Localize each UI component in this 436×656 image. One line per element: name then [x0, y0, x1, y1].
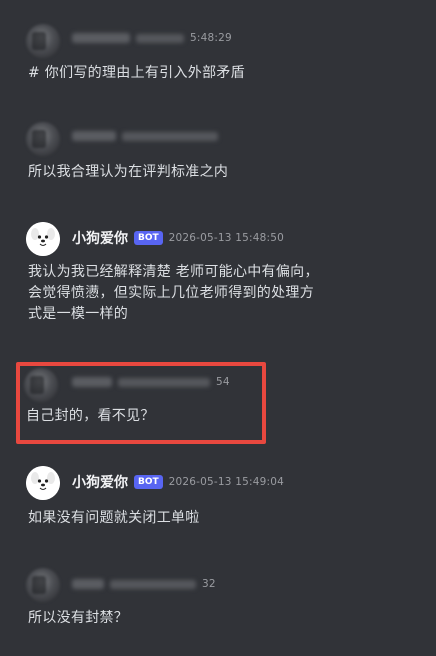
puppy-icon: [26, 222, 60, 256]
user-avatar-blurred[interactable]: [26, 122, 60, 156]
author-name[interactable]: 小狗爱你: [72, 472, 128, 492]
message-text: 所以我合理认为在评判标准之内: [28, 164, 229, 180]
message-line: 我认为我已经解释清楚 老师可能心中有偏向，: [28, 264, 319, 280]
highlight-box: [16, 362, 266, 444]
message-header: 小狗爱你 BOT 2026-05-13 15:49:04: [72, 472, 284, 492]
message-header: 小狗爱你 BOT 2026-05-13 15:48:50: [72, 228, 284, 248]
message-text: 如果没有问题就关闭工单啦: [28, 510, 200, 526]
message-header: 5:48:29: [72, 28, 232, 48]
timestamp-suffix: 32: [202, 578, 216, 590]
timestamp: 2026-05-13 15:48:50: [168, 232, 284, 244]
message-line: 式是一模一样的: [28, 306, 129, 322]
bot-badge: BOT: [134, 475, 163, 489]
message-text: # 你们写的理由上有引入外部矛盾: [28, 65, 245, 81]
bot-avatar[interactable]: [26, 222, 60, 256]
author-name[interactable]: 小狗爱你: [72, 228, 128, 248]
timestamp-blurred: [136, 33, 184, 43]
timestamp-blurred: [110, 579, 196, 589]
bot-badge: BOT: [134, 231, 163, 245]
message-text: 所以没有封禁？: [28, 610, 129, 626]
author-name-blurred[interactable]: [72, 131, 116, 141]
author-name-blurred[interactable]: [72, 579, 104, 589]
bot-avatar[interactable]: [26, 466, 60, 500]
timestamp: 2026-05-13 15:49:04: [168, 476, 284, 488]
message-header: 32: [72, 574, 216, 594]
message-header: [72, 126, 218, 146]
user-avatar-blurred[interactable]: [26, 568, 60, 602]
message-text: 我认为我已经解释清楚 老师可能心中有偏向， 会觉得愤懑，但实际上几位老师得到的处…: [28, 262, 408, 325]
message-line: 会觉得愤懑，但实际上几位老师得到的处理方: [28, 285, 314, 301]
puppy-icon: [26, 466, 60, 500]
user-avatar-blurred[interactable]: [26, 24, 60, 58]
timestamp-suffix: 5:48:29: [190, 32, 232, 44]
timestamp-blurred: [122, 131, 218, 141]
author-name-blurred[interactable]: [72, 33, 130, 43]
